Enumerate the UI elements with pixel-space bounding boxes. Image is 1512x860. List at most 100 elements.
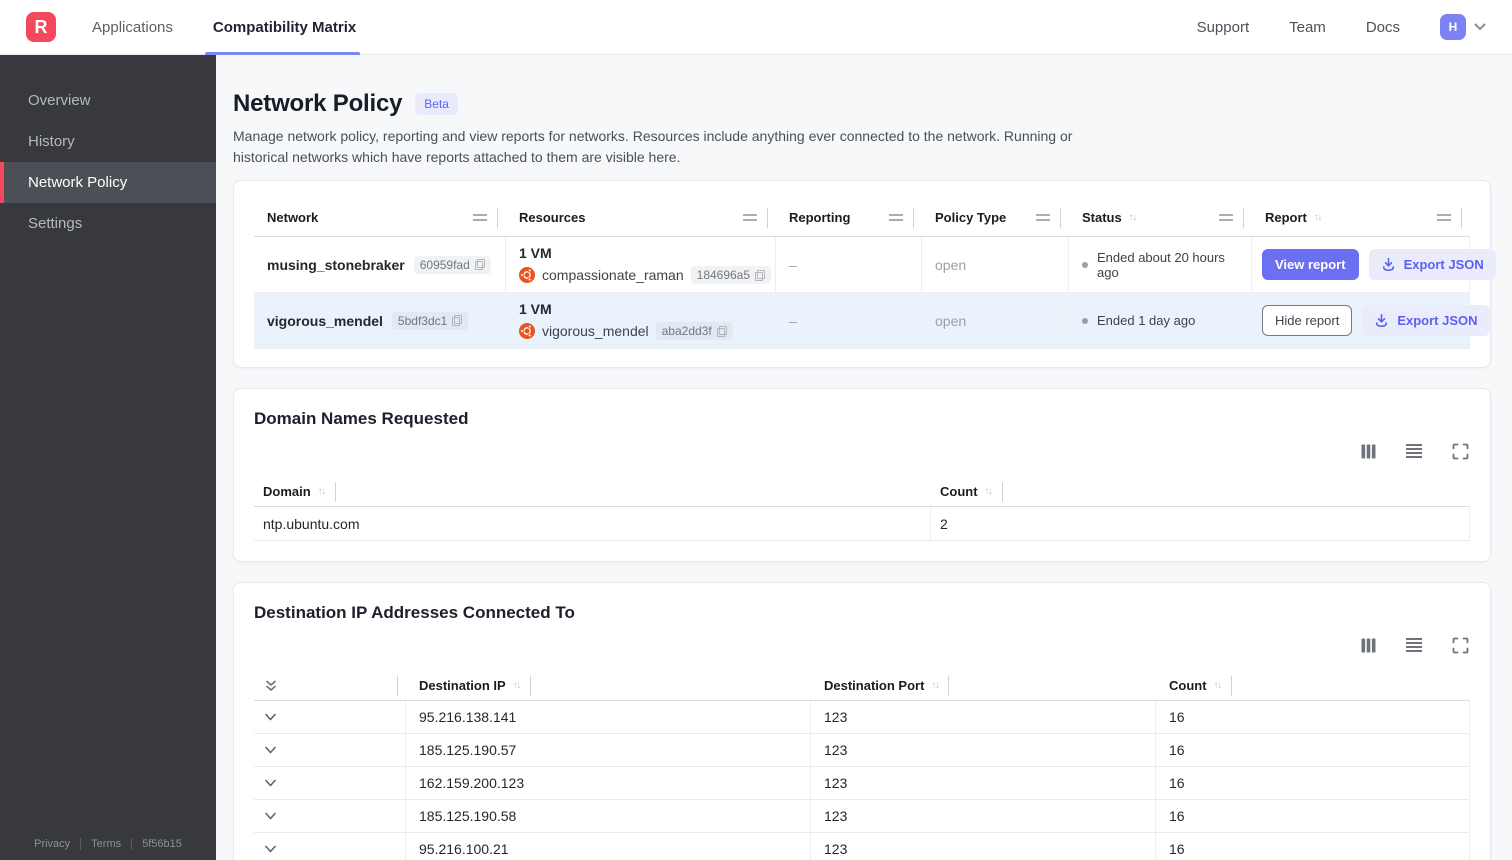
network-table-row[interactable]: musing_stonebraker 60959fad 1 VM compass… (254, 237, 1496, 293)
expand-cell (254, 767, 406, 799)
status-dot-icon (1082, 261, 1088, 268)
sidebar-item-network-policy[interactable]: Network Policy (0, 162, 216, 203)
table-toolbar (254, 441, 1470, 461)
column-resize-handle[interactable] (1219, 214, 1233, 221)
sidebar-item-overview[interactable]: Overview (0, 80, 216, 121)
copy-icon[interactable] (755, 269, 766, 281)
column-header-expand[interactable] (254, 676, 406, 696)
row-height-icon[interactable] (1404, 635, 1424, 655)
tab-compatibility-matrix[interactable]: Compatibility Matrix (204, 0, 361, 55)
column-header-count[interactable]: Count ↑↓ (1156, 676, 1470, 696)
export-json-button[interactable]: Export JSON (1368, 249, 1496, 280)
export-json-label: Export JSON (1397, 313, 1478, 328)
column-header-policy-type[interactable]: Policy Type (922, 208, 1069, 228)
link-team[interactable]: Team (1289, 19, 1326, 36)
fullscreen-icon[interactable] (1450, 635, 1470, 655)
row-height-icon[interactable] (1404, 441, 1424, 461)
column-resize-handle[interactable] (743, 214, 757, 221)
link-docs[interactable]: Docs (1366, 19, 1400, 36)
column-header-status[interactable]: Status ↑↓ (1069, 208, 1252, 228)
expand-row-button[interactable] (264, 812, 277, 821)
sidebar-item-settings[interactable]: Settings (0, 203, 216, 244)
hide-report-button[interactable]: Hide report (1262, 305, 1353, 336)
column-header-count[interactable]: Count ↑↓ (931, 482, 1470, 502)
export-json-label: Export JSON (1403, 257, 1484, 272)
count-cell: 2 (931, 507, 1470, 540)
link-support[interactable]: Support (1197, 19, 1250, 36)
resource-id-badge: 184696a5 (690, 266, 772, 284)
export-json-button[interactable]: Export JSON (1362, 305, 1490, 336)
privacy-link[interactable]: Privacy (34, 838, 70, 850)
destination-ip-cell: 185.125.190.58 (406, 800, 811, 832)
network-table-header: Network Resources Reporting Policy Type … (254, 199, 1470, 237)
count-cell: 16 (1156, 833, 1470, 860)
column-resize-handle[interactable] (889, 214, 903, 221)
copy-icon[interactable] (716, 325, 727, 337)
column-header-resources[interactable]: Resources (506, 208, 776, 228)
column-header-destination-ip[interactable]: Destination IP ↑↓ (406, 676, 811, 696)
status-cell: Ended 1 day ago (1069, 293, 1252, 348)
card-title: Domain Names Requested (254, 409, 469, 428)
count-cell: 16 (1156, 767, 1470, 799)
resources-cell: 1 VM vigorous_mendel aba2dd3f (506, 293, 776, 348)
destination-row: 185.125.190.57 123 16 (254, 734, 1470, 767)
network-table-row[interactable]: vigorous_mendel 5bdf3dc1 1 VM vigorous_m… (254, 293, 1490, 349)
resource-name[interactable]: compassionate_raman (542, 267, 684, 283)
columns-icon[interactable] (1358, 635, 1378, 655)
column-label: Destination Port (824, 678, 925, 693)
sidebar-footer: Privacy Terms 5f56b15 (0, 838, 216, 850)
expand-row-button[interactable] (264, 713, 277, 722)
status-dot-icon (1082, 317, 1088, 324)
expand-row-button[interactable] (264, 779, 277, 788)
column-resize-handle[interactable] (473, 214, 487, 221)
column-label: Reporting (789, 210, 851, 225)
domain-table-header: Domain ↑↓ Count ↑↓ (254, 477, 1470, 507)
terms-link[interactable]: Terms (91, 838, 121, 850)
sidebar-item-history[interactable]: History (0, 121, 216, 162)
chevron-down-icon[interactable] (1474, 23, 1486, 31)
network-id-badge: 5bdf3dc1 (391, 311, 469, 330)
destination-ip-cell: 95.216.138.141 (406, 701, 811, 733)
column-resize-handle[interactable] (1036, 214, 1050, 221)
avatar[interactable]: H (1440, 14, 1466, 40)
column-header-destination-port[interactable]: Destination Port ↑↓ (811, 676, 1156, 696)
sort-icon[interactable]: ↑↓ (1214, 680, 1223, 691)
column-header-reporting[interactable]: Reporting (776, 208, 922, 228)
network-cell: vigorous_mendel 5bdf3dc1 (254, 293, 506, 348)
column-header-domain[interactable]: Domain ↑↓ (254, 482, 931, 502)
network-table-card: Network Resources Reporting Policy Type … (233, 180, 1496, 368)
vm-count: 1 VM (519, 245, 552, 261)
resource-name[interactable]: vigorous_mendel (542, 323, 649, 339)
destination-ip-card: Destination IP Addresses Connected To De… (233, 582, 1491, 860)
sort-icon[interactable]: ↑↓ (1314, 212, 1323, 223)
report-cell: Hide report Export JSON (1252, 293, 1490, 348)
expand-row-button[interactable] (264, 845, 277, 854)
sort-icon[interactable]: ↑↓ (1129, 212, 1138, 223)
columns-icon[interactable] (1358, 441, 1378, 461)
fullscreen-icon[interactable] (1450, 441, 1470, 461)
build-hash: 5f56b15 (142, 838, 182, 850)
network-name: vigorous_mendel (267, 312, 383, 329)
user-menu[interactable]: H (1440, 14, 1486, 40)
copy-icon[interactable] (452, 315, 463, 326)
sort-icon[interactable]: ↑↓ (318, 486, 327, 497)
destination-row: 95.216.100.21 123 16 (254, 833, 1470, 860)
resource-id: aba2dd3f (661, 324, 712, 338)
view-report-button[interactable]: View report (1262, 249, 1359, 280)
column-header-network[interactable]: Network (254, 208, 506, 228)
network-id: 5bdf3dc1 (397, 313, 448, 328)
column-label: Count (940, 484, 978, 499)
column-header-report[interactable]: Report ↑↓ (1252, 208, 1470, 228)
footer-divider (80, 838, 82, 850)
expand-row-button[interactable] (264, 746, 277, 755)
column-resize-handle[interactable] (1437, 214, 1451, 221)
expand-all-button[interactable] (264, 679, 278, 693)
copy-icon[interactable] (474, 259, 485, 270)
reporting-cell: – (776, 293, 922, 348)
app-logo[interactable]: R (26, 12, 56, 42)
sort-icon[interactable]: ↑↓ (931, 680, 940, 691)
sort-icon[interactable]: ↑↓ (985, 486, 994, 497)
reporting-cell: – (776, 237, 922, 292)
tab-applications[interactable]: Applications (90, 0, 175, 55)
sort-icon[interactable]: ↑↓ (513, 680, 522, 691)
